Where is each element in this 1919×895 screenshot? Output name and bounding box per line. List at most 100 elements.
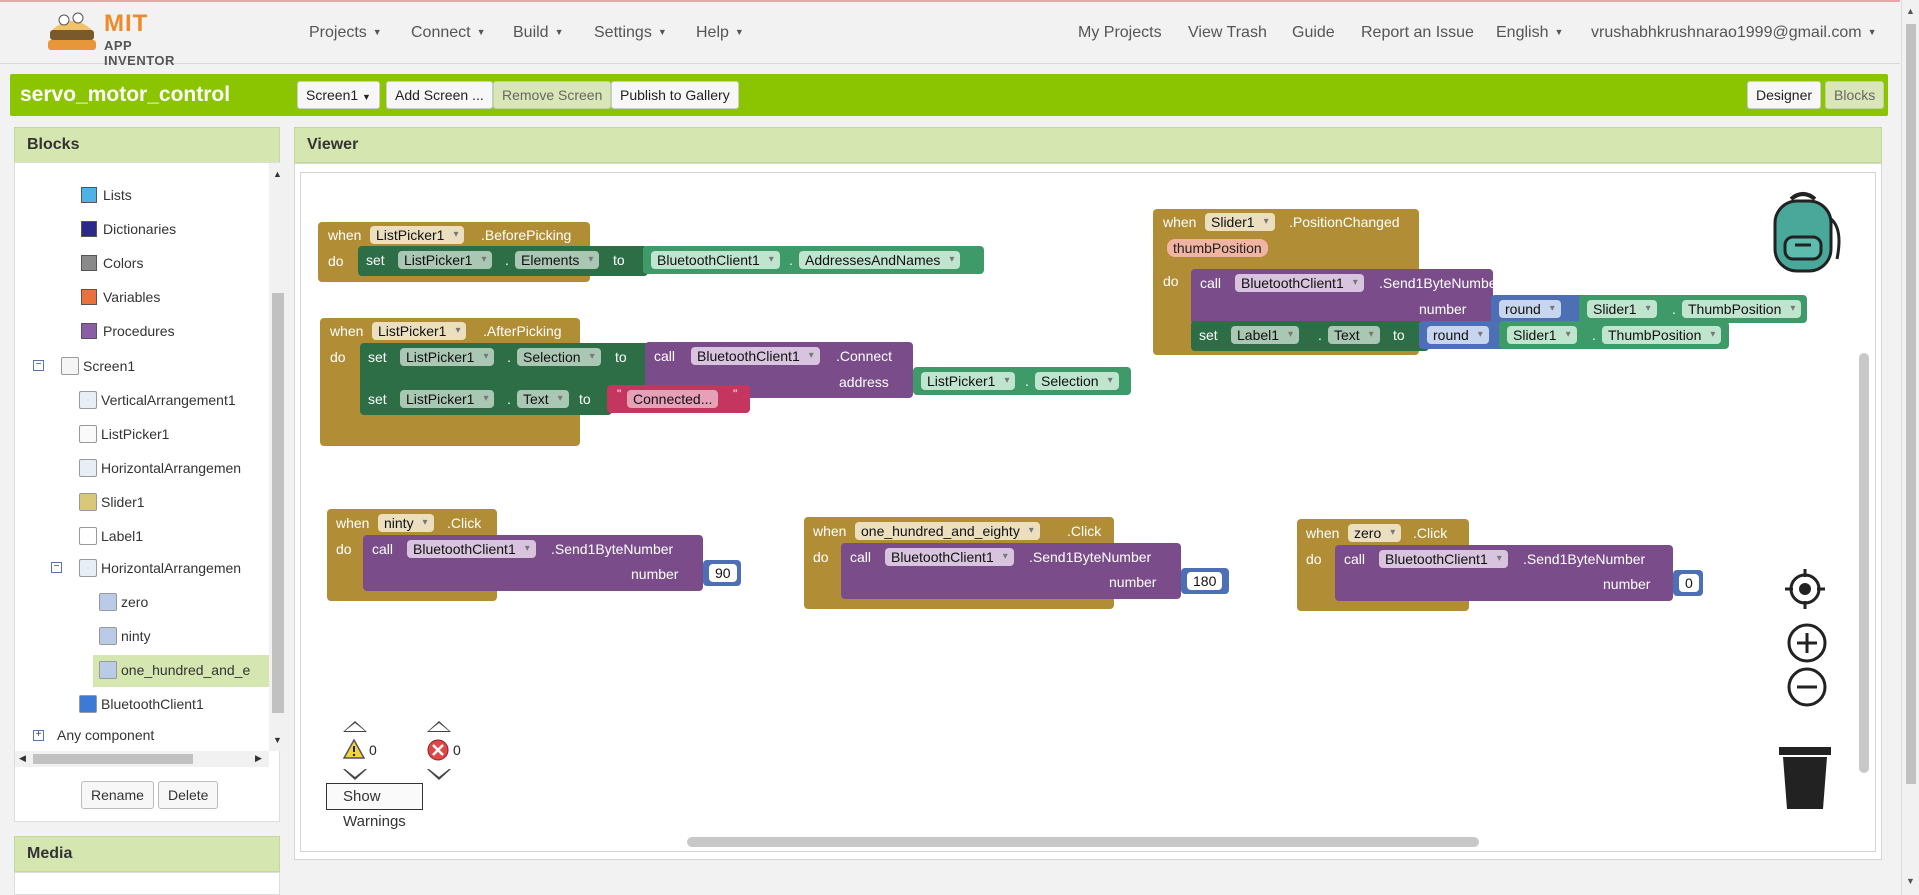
rename-button[interactable]: Rename: [81, 781, 154, 809]
blocks-button[interactable]: Blocks: [1825, 81, 1885, 109]
call-component-dropdown[interactable]: BluetoothClient1: [1379, 550, 1508, 568]
set-property-dropdown[interactable]: Text: [1328, 326, 1380, 344]
builtin-colors[interactable]: Colors: [81, 255, 143, 271]
delete-button[interactable]: Delete: [158, 781, 219, 809]
tree-listpicker[interactable]: ListPicker1: [79, 425, 169, 443]
scroll-left-icon[interactable]: ◀: [19, 753, 26, 764]
getter-property-dropdown[interactable]: ThumbPosition: [1602, 326, 1722, 344]
blocks-workspace[interactable]: when ListPicker1 .BeforePicking do set L…: [300, 172, 1876, 852]
text-value[interactable]: Connected...: [627, 390, 719, 408]
set-component-dropdown[interactable]: ListPicker1: [398, 251, 493, 269]
designer-button[interactable]: Designer: [1747, 81, 1822, 109]
builtin-lists[interactable]: Lists: [81, 187, 132, 203]
screen-select[interactable]: Screen1 ▼: [297, 81, 380, 109]
getter-component-dropdown[interactable]: BluetoothClient1: [651, 251, 780, 269]
remove-screen-button[interactable]: Remove Screen: [493, 81, 612, 109]
zoom-out-icon[interactable]: [1787, 667, 1827, 707]
tree-one-hundred-and-eighty-button[interactable]: one_hundred_and_e: [93, 655, 269, 687]
link-my-projects[interactable]: My Projects: [1078, 24, 1162, 42]
zoom-in-icon[interactable]: [1787, 623, 1827, 663]
scroll-right-icon[interactable]: ▶: [255, 753, 262, 764]
center-target-icon[interactable]: [1785, 569, 1825, 609]
scroll-up-icon[interactable]: ▲: [1906, 6, 1915, 16]
builtin-variables[interactable]: Variables: [81, 289, 160, 305]
call-component-dropdown[interactable]: BluetoothClient1: [1235, 274, 1364, 292]
menu-help[interactable]: Help ▼: [696, 24, 744, 42]
backpack-icon[interactable]: [1761, 189, 1845, 279]
blocks-tree-vscroll[interactable]: ▲ ▼: [269, 163, 287, 751]
add-screen-button[interactable]: Add Screen ...: [386, 81, 493, 109]
set-component-dropdown[interactable]: ListPicker1: [400, 390, 495, 408]
tree-screen1[interactable]: Screen1: [61, 357, 135, 375]
app-inventor-logo[interactable]: MIT APP INVENTOR: [44, 8, 204, 68]
tree-zero-button[interactable]: zero: [99, 593, 148, 611]
call-component-dropdown[interactable]: BluetoothClient1: [691, 347, 820, 365]
collapse-horizontal-arrangement-icon[interactable]: −: [51, 562, 62, 573]
menu-account[interactable]: vrushabhkrushnarao1999@gmail.com ▼: [1591, 24, 1877, 42]
error-next-icon[interactable]: [427, 769, 451, 780]
builtin-dictionaries[interactable]: Dictionaries: [81, 221, 176, 237]
menu-projects[interactable]: Projects ▼: [309, 24, 382, 42]
tree-bluetooth-client[interactable]: BluetoothClient1: [79, 695, 204, 713]
set-property-dropdown[interactable]: Selection: [517, 348, 601, 366]
set-component-dropdown[interactable]: Label1: [1231, 326, 1300, 344]
getter-component-dropdown[interactable]: ListPicker1: [921, 372, 1016, 390]
workspace-hscroll-thumb[interactable]: [687, 837, 1479, 847]
expand-any-component-icon[interactable]: +: [33, 730, 44, 741]
error-prev-icon[interactable]: [427, 721, 451, 732]
menu-language[interactable]: English ▼: [1496, 24, 1563, 42]
builtin-procedures[interactable]: Procedures: [81, 323, 175, 339]
tree-vertical-arrangement[interactable]: VerticalArrangement1: [79, 391, 236, 409]
getter-property-dropdown[interactable]: AddressesAndNames: [799, 251, 961, 269]
number-value[interactable]: 0: [1679, 574, 1699, 592]
tree-horizontal-arrangement-1[interactable]: HorizontalArrangemen: [79, 459, 241, 477]
getter-component-dropdown[interactable]: Slider1: [1507, 326, 1577, 344]
scrollbar-thumb[interactable]: [33, 754, 193, 764]
event-component-dropdown[interactable]: Slider1: [1205, 213, 1275, 231]
link-view-trash[interactable]: View Trash: [1188, 24, 1267, 42]
call-component-dropdown[interactable]: BluetoothClient1: [885, 548, 1014, 566]
set-property-dropdown[interactable]: Text: [517, 390, 569, 408]
show-warnings-button[interactable]: Show Warnings: [326, 783, 423, 830]
round-dropdown[interactable]: round: [1499, 300, 1561, 318]
collapse-screen1-icon[interactable]: −: [33, 360, 44, 371]
blocks-tree-hscroll[interactable]: ◀ ▶: [15, 751, 269, 767]
tree-any-component[interactable]: Any component: [57, 727, 154, 743]
warning-next-icon[interactable]: [343, 769, 367, 780]
trash-icon[interactable]: [1777, 741, 1833, 811]
tree-label1[interactable]: Label1: [79, 527, 143, 545]
event-component-dropdown[interactable]: ninty: [378, 514, 434, 532]
publish-gallery-button[interactable]: Publish to Gallery: [611, 81, 739, 109]
menu-settings[interactable]: Settings ▼: [594, 24, 667, 42]
scroll-down-icon[interactable]: ▼: [273, 735, 282, 745]
link-report-issue[interactable]: Report an Issue: [1361, 24, 1474, 42]
link-guide[interactable]: Guide: [1292, 24, 1335, 42]
scroll-up-icon[interactable]: ▲: [273, 169, 282, 179]
tree-horizontal-arrangement-2[interactable]: HorizontalArrangemen: [79, 559, 241, 577]
number-value[interactable]: 180: [1187, 572, 1223, 590]
getter-component-dropdown[interactable]: Slider1: [1587, 300, 1657, 318]
page-scrollbar[interactable]: ▲ ▼: [1901, 0, 1919, 895]
scroll-down-icon[interactable]: ▼: [1906, 876, 1915, 886]
round-dropdown[interactable]: round: [1427, 326, 1489, 344]
number-value[interactable]: 90: [709, 564, 737, 582]
tree-slider[interactable]: Slider1: [79, 493, 145, 511]
event-component-dropdown[interactable]: one_hundred_and_eighty: [855, 522, 1040, 540]
event-component-dropdown[interactable]: ListPicker1: [370, 226, 465, 244]
set-component-dropdown[interactable]: ListPicker1: [400, 348, 495, 366]
menu-build[interactable]: Build ▼: [513, 24, 564, 42]
event-component-dropdown[interactable]: zero: [1348, 524, 1402, 542]
tree-ninty-button[interactable]: ninty: [99, 627, 151, 645]
getter-property-dropdown[interactable]: ThumbPosition: [1682, 300, 1802, 318]
warning-prev-icon[interactable]: [343, 721, 367, 732]
method-name: .Send1ByteNumber: [1523, 551, 1646, 567]
menu-connect[interactable]: Connect ▼: [411, 24, 486, 42]
getter-property-dropdown[interactable]: Selection: [1035, 372, 1119, 390]
event-parameter[interactable]: thumbPosition: [1167, 239, 1268, 257]
page-scrollbar-thumb[interactable]: [1906, 24, 1916, 784]
set-property-dropdown[interactable]: Elements: [515, 251, 600, 269]
call-component-dropdown[interactable]: BluetoothClient1: [407, 540, 536, 558]
scrollbar-thumb[interactable]: [272, 293, 284, 713]
event-component-dropdown[interactable]: ListPicker1: [372, 322, 467, 340]
workspace-vscroll-thumb[interactable]: [1859, 353, 1869, 773]
